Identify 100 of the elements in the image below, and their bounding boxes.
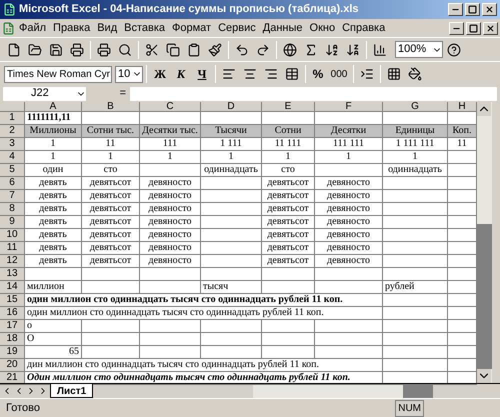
table-cell [82,346,140,359]
close-icon [486,24,495,32]
row-header[interactable]: 8 [0,203,25,216]
row-header[interactable]: 7 [0,190,25,203]
table-cell [201,203,262,216]
formula-input[interactable] [130,86,497,100]
row-header[interactable]: 20 [0,359,25,372]
table-cell: один [25,164,82,177]
column-header[interactable]: B [82,102,140,112]
menu-item[interactable]: Правка [50,20,94,36]
menu-item[interactable]: Справка [339,20,388,36]
table-cell [201,190,262,203]
sheet-tab[interactable]: Лист1 [50,384,94,398]
menu-item[interactable]: Формат [169,20,214,36]
table-cell [383,268,448,281]
row-header[interactable]: 16 [0,307,25,320]
table-cell: 1 [140,151,201,164]
vertical-scrollbar[interactable] [477,102,492,383]
row-header[interactable]: 1 [0,112,25,125]
menu-item[interactable]: Сервис [215,20,259,36]
table-cell: девять [25,190,82,203]
name-box[interactable]: J22 [3,86,86,100]
row-header[interactable]: 3 [0,138,25,151]
column-header[interactable]: G [383,102,448,112]
table-cell: девяносто [140,203,201,216]
scroll-down-icon[interactable] [477,369,491,384]
percent-button[interactable]: % [309,65,327,83]
row-header[interactable]: 13 [0,268,25,281]
column-header[interactable]: F [315,102,383,112]
minimize-button[interactable] [448,3,463,16]
table-cell: 1 [262,151,315,164]
table-cell: 1 [383,151,448,164]
italic-button[interactable]: К [171,65,191,83]
table-cell [315,320,383,333]
close-button[interactable] [482,3,497,16]
row-header[interactable]: 12 [0,255,25,268]
thousands-button[interactable]: 000 [328,66,350,82]
row-header[interactable]: 17 [0,320,25,333]
table-cell: девять [25,177,82,190]
maximize-button[interactable] [465,3,480,16]
column-header[interactable]: A [25,102,82,112]
table-cell: сто [82,164,140,177]
table-cell [383,242,448,255]
row-header[interactable]: 9 [0,216,25,229]
table-cell [262,333,315,346]
column-header[interactable]: C [140,102,201,112]
table-cell [383,333,448,346]
table-cell [383,346,448,359]
row-header[interactable]: 14 [0,281,25,294]
horizontal-scrollbar[interactable] [253,384,434,398]
scroll-thumb[interactable] [403,384,434,398]
menu-item[interactable]: Данные [260,20,306,36]
menu-item[interactable]: Вставка [121,20,168,36]
table-cell [383,177,448,190]
table-cell: девятьсот [82,190,140,203]
table-cell [201,229,262,242]
table-cell: Коп. [448,125,477,138]
table-cell [82,281,140,294]
menu-item[interactable]: Файл [16,20,50,36]
table-cell [383,359,448,372]
underline-button[interactable]: Ч [192,65,212,83]
row-header[interactable]: 15 [0,294,25,307]
row-header[interactable]: 6 [0,177,25,190]
table-cell [315,268,383,281]
spreadsheet-icon [3,3,16,16]
column-header[interactable]: E [262,102,315,112]
bold-button[interactable]: Ж [150,65,170,83]
table-cell: девяносто [315,216,383,229]
row-header[interactable]: 2 [0,125,25,138]
table-cell: девять [25,216,82,229]
table-cell: девяносто [315,203,383,216]
row-header[interactable]: 4 [0,151,25,164]
table-cell: Десятки [315,125,383,138]
table-cell: 111 111 [315,138,383,151]
table-cell [201,242,262,255]
row-header[interactable]: 5 [0,164,25,177]
row-header[interactable]: 18 [0,333,25,346]
row-header[interactable]: 19 [0,346,25,359]
table-cell: 1 [201,151,262,164]
scroll-thumb[interactable] [477,224,492,370]
restore-icon [469,24,478,32]
table-cell: девятьсот [82,216,140,229]
table-cell: девятьсот [262,203,315,216]
row-header[interactable]: 10 [0,229,25,242]
column-header[interactable]: D [201,102,262,112]
zoom-dropdown[interactable]: 100% [395,41,443,58]
font-dropdown[interactable]: Times New Roman Cyr [4,66,112,82]
scroll-up-icon[interactable] [477,102,491,116]
table-cell [201,177,262,190]
font-size-dropdown[interactable]: 10 [115,66,143,82]
restore-button[interactable] [466,22,481,34]
row-header[interactable]: 21 [0,372,25,385]
table-cell: 11 111 [262,138,315,151]
table-cell: девяносто [140,216,201,229]
row-header[interactable]: 11 [0,242,25,255]
table-cell: миллион [25,281,82,294]
menu-item[interactable]: Вид [94,20,120,36]
close-button[interactable] [483,22,498,34]
minimize-button[interactable] [449,22,464,34]
menu-item[interactable]: Окно [306,20,338,36]
